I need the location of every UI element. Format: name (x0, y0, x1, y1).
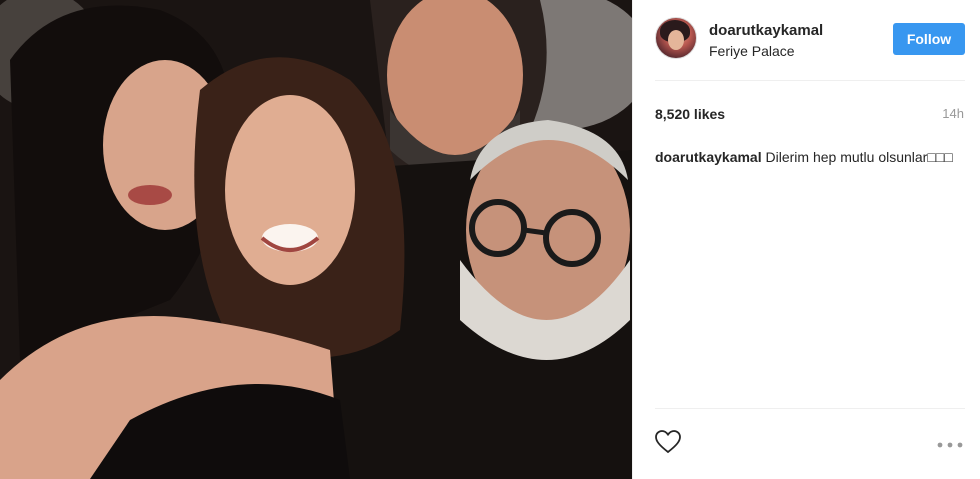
username-link[interactable]: doarutkaykamal (709, 22, 823, 39)
location-link[interactable]: Feriye Palace (709, 43, 795, 59)
follow-button[interactable]: Follow (893, 23, 965, 55)
actions-divider (655, 408, 965, 409)
caption-text: Dilerim hep mutlu olsunlar□□□ (761, 149, 953, 165)
avatar-face (668, 30, 684, 50)
selfie-illustration (0, 0, 632, 479)
likes-count[interactable]: 8,520 likes (655, 106, 725, 122)
heart-icon[interactable] (655, 430, 681, 454)
header-divider (655, 80, 965, 81)
post-timestamp[interactable]: 14h (942, 106, 964, 121)
more-options-icon[interactable] (936, 437, 964, 448)
post-sidebar: doarutkaykamal Feriye Palace Follow 8,52… (632, 0, 980, 479)
avatar[interactable] (655, 17, 697, 59)
post-caption: doarutkaykamal Dilerim hep mutlu olsunla… (655, 148, 955, 166)
caption-username[interactable]: doarutkaykamal (655, 149, 762, 165)
post-photo[interactable] (0, 0, 632, 479)
post-header: doarutkaykamal Feriye Palace Follow (633, 0, 980, 80)
